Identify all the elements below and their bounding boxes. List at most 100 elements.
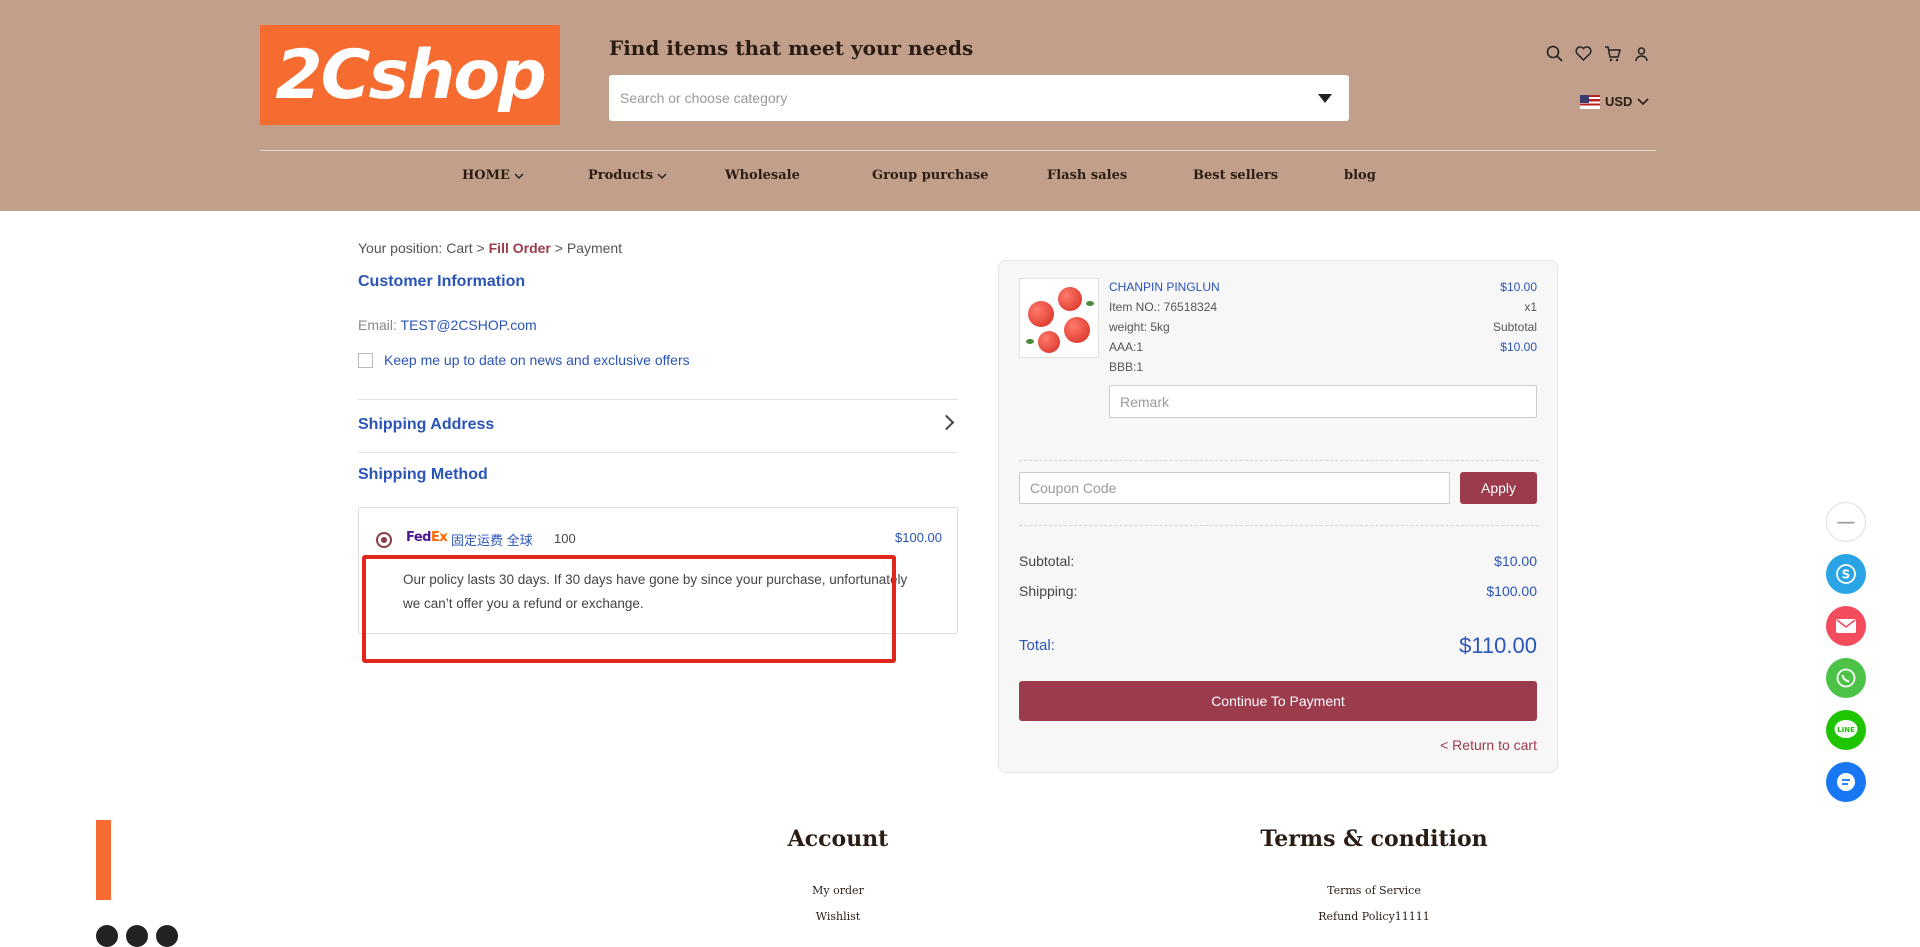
newsletter-option[interactable]: Keep me up to date on news and exclusive… <box>358 352 690 368</box>
svg-text:LINE: LINE <box>1837 726 1855 734</box>
email-value: TEST@2CSHOP.com <box>400 317 537 333</box>
divider <box>358 399 958 400</box>
messenger-icon[interactable] <box>1826 762 1866 802</box>
currency-label: USD <box>1605 94 1633 109</box>
category-dropdown-icon[interactable] <box>1318 93 1332 103</box>
user-icon[interactable] <box>1633 45 1650 62</box>
nav-label: Wholesale <box>725 168 800 183</box>
coupon-placeholder: Coupon Code <box>1030 480 1117 496</box>
dashed-divider <box>1019 460 1539 461</box>
tagline: Find items that meet your needs <box>609 36 974 60</box>
apply-coupon-button[interactable]: Apply <box>1460 472 1537 504</box>
product-price: $10.00 <box>1500 280 1537 294</box>
currency-selector[interactable]: USD <box>1580 94 1650 109</box>
nav-label: Group purchase <box>872 168 989 183</box>
total-label: Total: <box>1019 637 1055 654</box>
product-item-no: Item NO.: 76518324 <box>1109 300 1218 314</box>
shipping-radio[interactable] <box>376 532 392 548</box>
header-icons <box>1546 45 1650 62</box>
tomato-shape <box>1064 317 1090 343</box>
remark-placeholder: Remark <box>1120 393 1170 410</box>
summary-subtotal-label: Subtotal: <box>1019 553 1075 569</box>
fedex-logo: FedEx <box>406 530 448 545</box>
collapse-contacts-button[interactable]: — <box>1826 502 1866 542</box>
shipping-option-price: $100.00 <box>895 530 942 545</box>
chevron-right-icon[interactable] <box>938 414 955 431</box>
tomato-shape <box>1028 301 1054 327</box>
product-attr-aaa: AAA:1 <box>1109 340 1144 354</box>
leaf-shape <box>1026 339 1034 344</box>
footer-social <box>96 925 178 947</box>
newsletter-label: Keep me up to date on news and exclusive… <box>384 352 690 368</box>
breadcrumb-suffix: > Payment <box>550 240 623 256</box>
product-image[interactable] <box>1019 278 1099 358</box>
tomato-shape <box>1058 287 1082 311</box>
shipping-method-title: Shipping Method <box>358 466 488 483</box>
logo-text: 2Cshop <box>275 35 546 115</box>
nav-group-purchase[interactable]: Group purchase <box>872 168 1047 183</box>
chevron-down-icon <box>1637 97 1650 105</box>
line-icon[interactable]: LINE <box>1826 710 1866 750</box>
search-icon[interactable] <box>1546 45 1563 62</box>
tomato-shape <box>1038 331 1060 353</box>
nav-label: Flash sales <box>1047 168 1128 183</box>
product-qty: x1 <box>1524 300 1537 314</box>
return-to-cart-link[interactable]: < Return to cart <box>1440 737 1537 753</box>
svg-text:S: S <box>1842 568 1851 582</box>
whatsapp-icon[interactable] <box>1826 658 1866 698</box>
footer-link-refund[interactable]: Refund Policy11111 <box>1224 910 1524 923</box>
continue-to-payment-button[interactable]: Continue To Payment <box>1019 681 1537 721</box>
nav-label: HOME <box>462 168 510 183</box>
highlight-annotation <box>362 555 896 663</box>
breadcrumb: Your position: Cart > Fill Order > Payme… <box>358 240 622 256</box>
nav-label: blog <box>1344 168 1376 183</box>
heart-icon[interactable] <box>1575 45 1592 62</box>
footer-logo[interactable] <box>96 820 111 900</box>
search-input[interactable]: Search or choose category <box>609 75 1349 121</box>
nav-best-sellers[interactable]: Best sellers <box>1193 168 1344 183</box>
nav-home[interactable]: HOME <box>462 168 588 183</box>
coupon-input[interactable]: Coupon Code <box>1019 472 1450 504</box>
email-row: Email: TEST@2CSHOP.com <box>358 317 537 333</box>
nav-label: Best sellers <box>1193 168 1279 183</box>
shipping-address-title[interactable]: Shipping Address <box>358 416 494 434</box>
linkedin-icon[interactable] <box>156 925 178 947</box>
summary-shipping-label: Shipping: <box>1019 583 1078 599</box>
summary-shipping-value: $100.00 <box>1486 583 1537 599</box>
site-logo[interactable]: 2Cshop <box>260 25 560 125</box>
product-subtotal-label: Subtotal <box>1492 320 1537 334</box>
customer-info-title: Customer Information <box>358 273 526 290</box>
total-value: $110.00 <box>1459 633 1537 658</box>
nav-flash-sales[interactable]: Flash sales <box>1047 168 1193 183</box>
product-weight: weight: 5kg <box>1109 320 1170 334</box>
footer-account-title: Account <box>787 826 889 852</box>
us-flag-icon <box>1580 94 1600 109</box>
shipping-option-qty: 100 <box>554 531 576 546</box>
remark-input[interactable]: Remark <box>1109 385 1537 418</box>
product-attr-bbb: BBB:1 <box>1109 360 1144 374</box>
cart-icon[interactable] <box>1604 45 1621 62</box>
email-icon[interactable] <box>1826 606 1866 646</box>
breadcrumb-prefix[interactable]: Your position: Cart > <box>358 240 489 256</box>
summary-subtotal-value: $10.00 <box>1494 553 1537 569</box>
header-divider <box>260 150 1656 151</box>
nav-label: Products <box>588 168 654 183</box>
nav-wholesale[interactable]: Wholesale <box>725 168 872 183</box>
footer-terms-title: Terms & condition <box>1260 826 1488 852</box>
skype-icon[interactable]: S <box>1826 554 1866 594</box>
footer-link-wishlist[interactable]: Wishlist <box>738 910 938 923</box>
chevron-down-icon <box>657 173 667 179</box>
product-name[interactable]: CHANPIN PINGLUN <box>1109 280 1220 294</box>
facebook-icon[interactable] <box>96 925 118 947</box>
instagram-icon[interactable] <box>126 925 148 947</box>
nav-products[interactable]: Products <box>588 168 725 183</box>
main-nav: HOME Products Wholesale Group purchase F… <box>462 168 1376 183</box>
search-placeholder: Search or choose category <box>620 90 788 106</box>
footer-link-terms[interactable]: Terms of Service <box>1224 884 1524 897</box>
footer-link-my-order[interactable]: My order <box>738 884 938 897</box>
newsletter-checkbox[interactable] <box>358 352 373 368</box>
minus-icon: — <box>1837 512 1855 531</box>
divider <box>358 452 958 453</box>
nav-blog[interactable]: blog <box>1344 168 1376 183</box>
email-label: Email: <box>358 317 401 333</box>
